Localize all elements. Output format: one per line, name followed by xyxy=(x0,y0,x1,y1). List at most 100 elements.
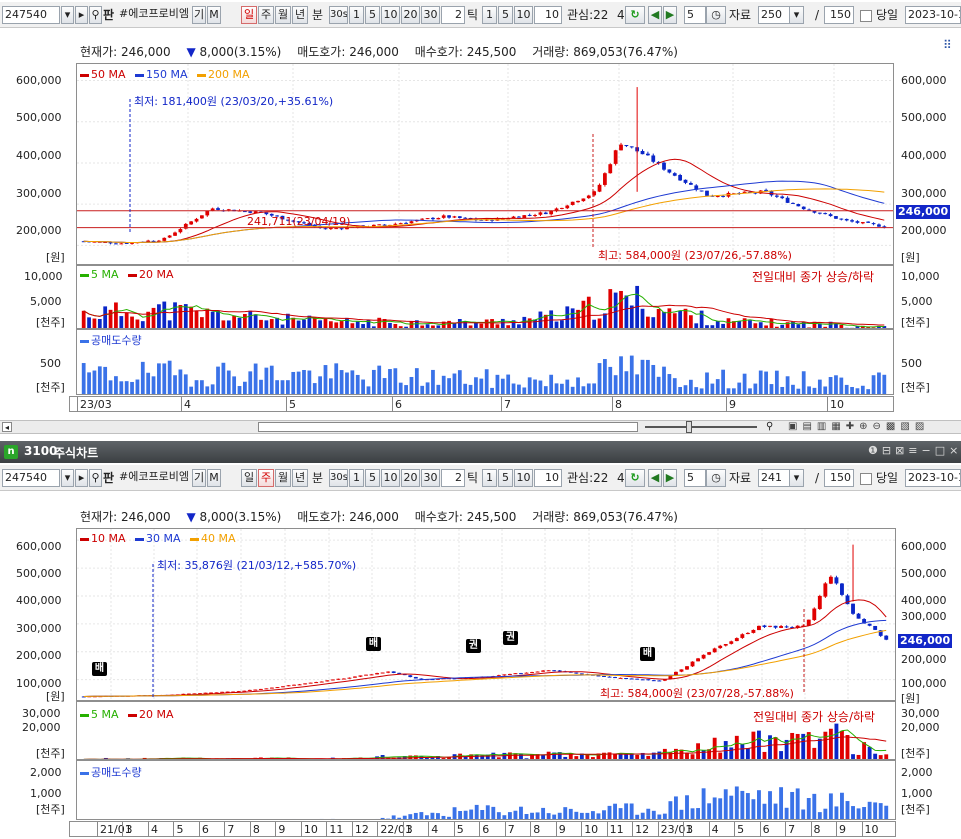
total-input[interactable]: 150 xyxy=(824,469,854,487)
next-arrow-button[interactable]: ▸ xyxy=(75,469,88,487)
volume-bar xyxy=(624,295,629,328)
volume-bar xyxy=(334,322,339,328)
tick-5-button[interactable]: 5 xyxy=(498,6,513,24)
period-month-button[interactable]: 월 xyxy=(275,6,291,24)
volume-bar xyxy=(662,748,667,759)
next-icon[interactable]: ▶ xyxy=(663,469,677,487)
code-dropdown-button[interactable]: ▾ xyxy=(61,6,74,24)
gi-button[interactable]: 기 xyxy=(192,6,206,24)
prev-icon[interactable]: ◀ xyxy=(648,469,662,487)
tick-10-button[interactable]: 10 xyxy=(514,469,533,487)
interval-5-button[interactable]: 5 xyxy=(365,469,380,487)
interval-30-button[interactable]: 30 xyxy=(421,6,440,24)
period-day-button[interactable]: 일 xyxy=(241,469,257,487)
period-year-button[interactable]: 년 xyxy=(292,469,308,487)
ex-dividend-marker[interactable]: 배 xyxy=(640,647,655,661)
data-count-dropdown[interactable]: ▾ xyxy=(789,6,804,24)
interval-10-button[interactable]: 10 xyxy=(381,6,400,24)
short-bar xyxy=(380,817,385,819)
ex-dividend-marker[interactable]: 배 xyxy=(92,662,107,676)
tick-input[interactable]: 10 xyxy=(534,469,562,487)
settings-grid-icon[interactable]: ⠿ xyxy=(943,38,952,52)
period-year-button[interactable]: 년 xyxy=(292,6,308,24)
bottom-short-plot[interactable] xyxy=(76,760,896,820)
x-tick xyxy=(351,822,353,837)
m-button[interactable]: M xyxy=(207,469,221,487)
today-checkbox[interactable] xyxy=(860,10,872,22)
short-bar xyxy=(441,375,446,394)
ex-rights-marker[interactable]: 권 xyxy=(503,631,518,645)
zoom-slider[interactable] xyxy=(645,426,757,428)
date-input[interactable]: 2023-10-1 xyxy=(905,469,961,487)
data-count-input[interactable]: 241 xyxy=(758,469,792,487)
candle-body xyxy=(119,243,124,245)
interval-30s-button[interactable]: 30s xyxy=(329,469,348,487)
interval-20-button[interactable]: 20 xyxy=(401,469,420,487)
step-input[interactable]: 5 xyxy=(684,469,706,487)
interval-10-button[interactable]: 10 xyxy=(381,469,400,487)
interval-30s-button[interactable]: 30s xyxy=(329,6,348,24)
short-bar xyxy=(651,810,656,819)
zoom-icon[interactable]: ⚲ xyxy=(766,421,773,432)
volume-bar xyxy=(640,308,645,328)
date-input[interactable]: 2023-10-1 xyxy=(905,6,961,24)
zoom-slider-handle[interactable] xyxy=(686,421,692,433)
tool-icons[interactable]: ▣▤▥▦✚⊕⊖▩▧▨ xyxy=(788,421,929,432)
ex-rights-marker[interactable]: 권 xyxy=(466,639,481,653)
prev-icon[interactable]: ◀ xyxy=(648,6,662,24)
search-icon[interactable]: ⚲ xyxy=(89,469,102,487)
refresh-icon[interactable]: ↻ xyxy=(625,6,645,24)
period-week-button[interactable]: 주 xyxy=(258,469,274,487)
top-vol-y-10000-right: 10,000 xyxy=(901,270,940,283)
next-arrow-button[interactable]: ▸ xyxy=(75,6,88,24)
interval-1-button[interactable]: 1 xyxy=(349,6,364,24)
short-bar xyxy=(791,384,795,394)
period-day-button[interactable]: 일 xyxy=(241,6,257,24)
next-icon[interactable]: ▶ xyxy=(663,6,677,24)
top-short-plot[interactable] xyxy=(76,329,894,395)
tick-value-input[interactable]: 2 xyxy=(441,6,465,24)
clock-icon[interactable]: ◷ xyxy=(706,6,726,24)
short-bar xyxy=(574,811,579,819)
m-button[interactable]: M xyxy=(207,6,221,24)
tick-10-button[interactable]: 10 xyxy=(514,6,533,24)
volume-bar xyxy=(253,314,258,328)
short-bar xyxy=(688,379,693,394)
scroll-left-button[interactable]: ◂ xyxy=(2,422,12,432)
tick-1-button[interactable]: 1 xyxy=(482,469,497,487)
step-input[interactable]: 5 xyxy=(684,6,706,24)
top-short-unit: [천주] xyxy=(36,381,65,394)
interval-30-button[interactable]: 30 xyxy=(421,469,440,487)
candle-body xyxy=(774,195,779,197)
interval-20-button[interactable]: 20 xyxy=(401,6,420,24)
interval-1-button[interactable]: 1 xyxy=(349,469,364,487)
short-bar xyxy=(774,370,779,394)
data-count-input[interactable]: 250 xyxy=(758,6,792,24)
refresh-icon[interactable]: ↻ xyxy=(625,469,645,487)
data-count-dropdown[interactable]: ▾ xyxy=(789,469,804,487)
short-bar xyxy=(779,787,784,819)
clock-icon[interactable]: ◷ xyxy=(706,469,726,487)
tick-1-button[interactable]: 1 xyxy=(482,6,497,24)
short-bar xyxy=(292,818,297,819)
tick-value-input[interactable]: 2 xyxy=(441,469,465,487)
chart-scrollbar[interactable]: ◂ ⚲ ▣▤▥▦✚⊕⊖▩▧▨ xyxy=(0,420,961,434)
window-control-icons[interactable]: ❶⊟⊠≡−□× xyxy=(868,444,961,457)
period-week-button[interactable]: 주 xyxy=(258,6,274,24)
tick-input[interactable]: 10 xyxy=(534,6,562,24)
gi-button[interactable]: 기 xyxy=(192,469,206,487)
ex-dividend-marker[interactable]: 배 xyxy=(366,637,381,651)
candle-body xyxy=(613,677,617,679)
total-input[interactable]: 150 xyxy=(824,6,854,24)
code-dropdown-button[interactable]: ▾ xyxy=(61,469,74,487)
interval-5-button[interactable]: 5 xyxy=(365,6,380,24)
period-month-button[interactable]: 월 xyxy=(275,469,291,487)
tick-5-button[interactable]: 5 xyxy=(498,469,513,487)
scroll-track[interactable] xyxy=(258,422,638,432)
candle-body xyxy=(380,672,385,674)
stock-code-input[interactable]: 247540 xyxy=(2,469,60,487)
today-checkbox[interactable] xyxy=(860,473,872,485)
stock-code-input[interactable]: 247540 xyxy=(2,6,60,24)
bottom-price-plot[interactable] xyxy=(76,528,896,701)
search-icon[interactable]: ⚲ xyxy=(89,6,102,24)
